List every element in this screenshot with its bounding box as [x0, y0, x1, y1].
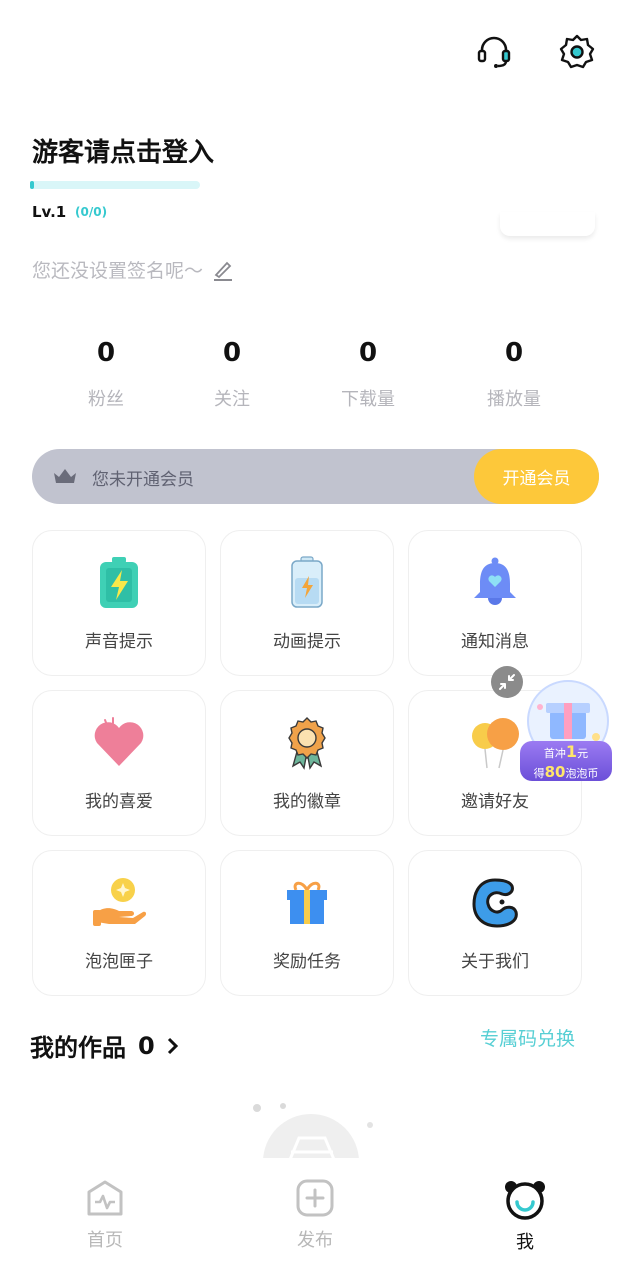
signature-row[interactable]: 您还没设置签名呢～	[32, 256, 233, 283]
stat-plays[interactable]: 0 播放量	[449, 335, 579, 411]
card-reward-tasks[interactable]: 奖励任务	[220, 850, 394, 996]
card-about-us[interactable]: 关于我们	[408, 850, 582, 996]
bell-icon	[474, 557, 516, 605]
promo-text-1: 首冲	[543, 747, 566, 760]
bear-face-icon	[505, 1181, 545, 1220]
charging-phone-icon	[291, 556, 323, 608]
stat-label: 关注	[214, 389, 250, 410]
card-label: 关于我们	[461, 952, 529, 972]
level-label: Lv.1	[32, 203, 67, 221]
card-label: 泡泡匣子	[85, 952, 153, 972]
card-label: 声音提示	[85, 632, 153, 652]
tab-label: 发布	[297, 1230, 333, 1251]
plus-square-icon	[296, 1179, 334, 1217]
promo-text-2: 得	[533, 767, 545, 780]
level-progress-text: (0/0)	[75, 205, 108, 219]
promo-coins: 80	[544, 763, 566, 781]
open-vip-button[interactable]: 开通会员	[474, 449, 599, 504]
tab-home[interactable]: 首页	[45, 1178, 165, 1252]
stat-label: 播放量	[487, 389, 541, 410]
bottom-tab-bar: 首页 发布 我	[0, 1158, 631, 1280]
tab-label: 我	[516, 1232, 534, 1253]
stat-label: 下载量	[341, 389, 395, 410]
stat-value: 0	[222, 338, 242, 368]
tab-publish[interactable]: 发布	[255, 1178, 375, 1252]
stat-downloads[interactable]: 0 下载量	[303, 335, 433, 411]
level-progress-bar	[30, 181, 200, 189]
works-count: 0	[138, 1031, 155, 1060]
card-edge	[500, 212, 595, 236]
tab-me[interactable]: 我	[465, 1178, 585, 1254]
my-works-link[interactable]: 我的作品 0	[30, 1028, 179, 1063]
promo-amount: 1	[565, 742, 578, 761]
card-label: 邀请好友	[461, 792, 529, 812]
promo-unit: 元	[577, 747, 589, 760]
login-prompt[interactable]: 游客请点击登入	[32, 132, 214, 169]
stat-following[interactable]: 0 关注	[167, 335, 297, 411]
stat-value: 0	[96, 338, 116, 368]
signature-text: 您还没设置签名呢～	[32, 260, 204, 282]
coin-hand-icon	[93, 878, 147, 926]
tab-label: 首页	[87, 1230, 123, 1251]
promo-text-3: 泡泡币	[565, 767, 599, 780]
stat-label: 粉丝	[88, 389, 124, 410]
promo-label: 首冲1元 得80泡泡币	[520, 741, 612, 781]
battery-icon	[100, 557, 138, 608]
card-sound-tip[interactable]: 声音提示	[32, 530, 206, 676]
card-my-favorites[interactable]: 我的喜爱	[32, 690, 206, 836]
first-recharge-promo[interactable]: 首冲1元 得80泡泡币	[490, 665, 620, 790]
card-notifications[interactable]: 通知消息	[408, 530, 582, 676]
card-label: 动画提示	[273, 632, 341, 652]
vip-status-text: 您未开通会员	[92, 470, 194, 490]
redeem-code-link[interactable]: 专属码兑换	[480, 1024, 575, 1051]
collapse-arrows-icon[interactable]	[490, 665, 524, 699]
heart-icon	[94, 717, 144, 766]
empty-works-illustration	[245, 1100, 385, 1160]
card-label: 我的徽章	[273, 792, 341, 812]
stat-value: 0	[358, 338, 378, 368]
crown-icon	[54, 469, 76, 483]
stat-value: 0	[504, 338, 524, 368]
home-pulse-icon	[87, 1180, 123, 1216]
card-animation-tip[interactable]: 动画提示	[220, 530, 394, 676]
card-label: 通知消息	[461, 632, 529, 652]
badge-icon	[288, 717, 326, 770]
stat-fans[interactable]: 0 粉丝	[41, 335, 171, 411]
card-my-badges[interactable]: 我的徽章	[220, 690, 394, 836]
card-label: 奖励任务	[273, 952, 341, 972]
vip-banner[interactable]: 您未开通会员 开通会员	[32, 449, 599, 504]
headset-icon[interactable]	[472, 30, 516, 74]
works-title: 我的作品	[30, 1034, 126, 1062]
card-label: 我的喜爱	[85, 792, 153, 812]
gift-icon	[287, 881, 327, 924]
chevron-right-icon	[167, 1037, 178, 1054]
edit-pencil-icon[interactable]	[213, 259, 233, 281]
app-logo-icon	[472, 878, 518, 928]
gear-icon[interactable]	[555, 30, 599, 74]
card-bubble-box[interactable]: 泡泡匣子	[32, 850, 206, 996]
